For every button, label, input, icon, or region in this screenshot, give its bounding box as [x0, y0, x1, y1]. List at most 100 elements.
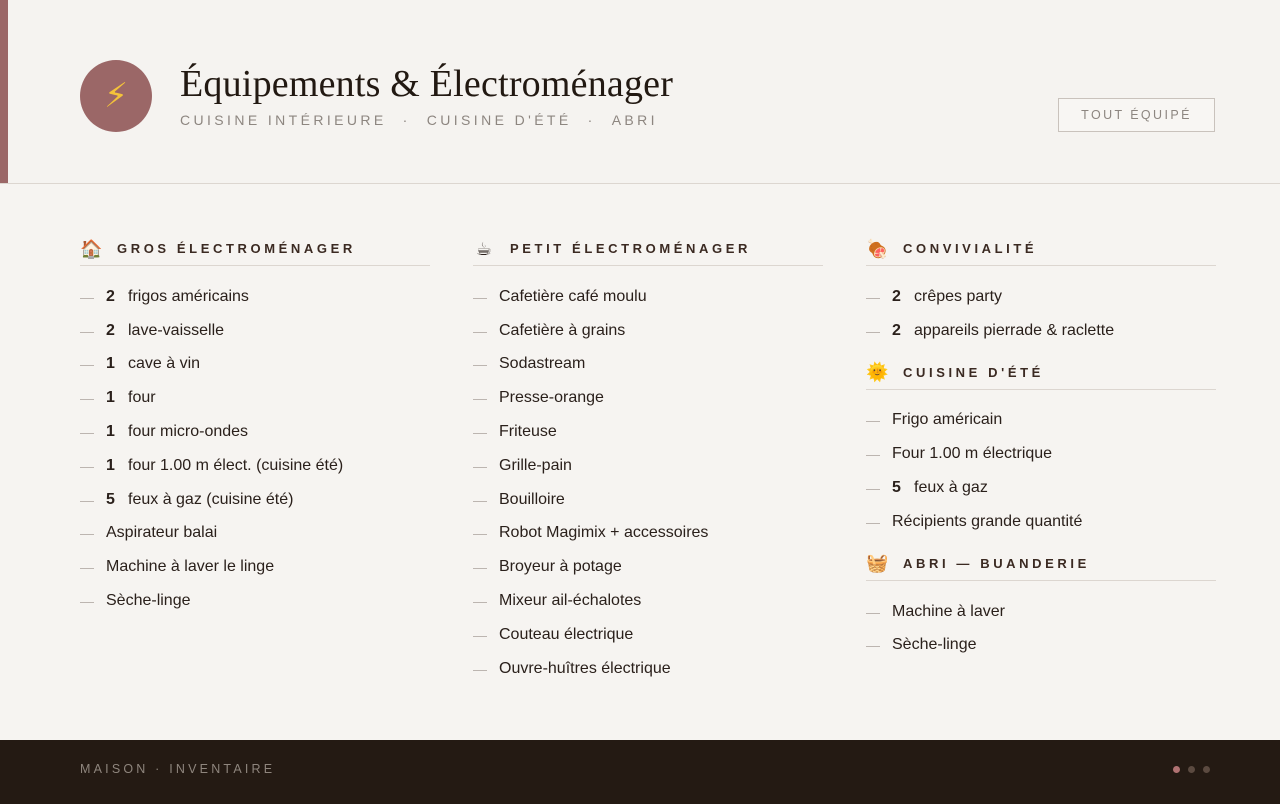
- item-label: Aspirateur balai: [106, 524, 218, 542]
- page-title: Équipements & Électroménager: [180, 63, 674, 105]
- pagination-dot[interactable]: [1188, 766, 1195, 773]
- item-label: Sèche-linge: [106, 592, 191, 610]
- list-item: — Machine à laver: [866, 595, 1216, 629]
- list-item: — 2 frigos américains: [80, 280, 430, 314]
- item-quantity: 1: [106, 423, 115, 441]
- section-title: PETIT ÉLECTROMÉNAGER: [510, 241, 752, 256]
- subtitle-shelter: ABRI: [611, 112, 658, 128]
- list-item: — Friteuse: [473, 415, 823, 449]
- item-label: Sodastream: [499, 355, 586, 373]
- list-item: — Mixeur ail-échalotes: [473, 584, 823, 618]
- item-label: Grille-pain: [499, 456, 572, 474]
- item-quantity: 5: [892, 479, 901, 497]
- item-label: Friteuse: [499, 423, 557, 441]
- item-quantity: 5: [106, 490, 115, 508]
- page-footer: MAISON · INVENTAIRE: [0, 740, 1280, 804]
- dash-bullet: —: [473, 424, 487, 441]
- item-list: — 2 frigos américains — 2 lave-vaisselle — 1 cav…: [80, 280, 430, 618]
- section-title: ABRI — BUANDERIE: [903, 555, 1090, 571]
- item-list: — 2 crêpes party — 2 appareils pierrade & rac…: [866, 280, 1216, 348]
- item-quantity: 1: [106, 389, 115, 407]
- list-item: — 2 crêpes party: [866, 280, 1216, 314]
- dash-bullet: —: [80, 356, 94, 373]
- fully-equipped-button[interactable]: TOUT ÉQUIPÉ: [1058, 98, 1215, 132]
- item-list: — Cafetière café moulu — Cafetière à grains…: [473, 280, 823, 686]
- section-title: CUISINE D'ÉTÉ: [903, 364, 1044, 380]
- section: 🏠 GROS ÉLECTROMÉNAGER —2 frigos américains —…: [80, 232, 430, 618]
- item-label: Presse-orange: [499, 389, 604, 407]
- dash-bullet: —: [80, 457, 94, 474]
- column-conviviality: 🍖 CONVIVIALITÉ — 2 crêpes party — 2 appareils p…: [866, 232, 1216, 662]
- dash-bullet: —: [866, 513, 880, 530]
- subtitle-summer-kitchen: CUISINE D'ÉTÉ: [426, 112, 572, 128]
- item-label: four: [128, 389, 156, 407]
- item-quantity: 1: [106, 456, 115, 474]
- column-small-appliances: ☕ PETIT ÉLECTROMÉNAGER — Cafetière café mou…: [473, 232, 823, 686]
- list-item: — Four 1.00 m électrique: [866, 437, 1216, 471]
- list-item: — 2 appareils pierrade & raclette: [866, 314, 1216, 348]
- dash-bullet: —: [80, 559, 94, 576]
- item-label: appareils pierrade & raclette: [914, 321, 1115, 339]
- list-item: — Cafetière à grains: [473, 314, 823, 348]
- sun-icon: 🌞: [866, 362, 889, 383]
- dash-bullet: —: [866, 412, 880, 429]
- dash-bullet: —: [866, 480, 880, 497]
- section-header: 🍖 CONVIVIALITÉ: [866, 232, 1216, 266]
- dash-bullet: —: [80, 525, 94, 542]
- item-label: Robot Magimix + accessoires: [499, 524, 709, 542]
- item-label: cave à vin: [128, 355, 201, 373]
- dash-bullet: —: [473, 593, 487, 610]
- footer-label: MAISON · INVENTAIRE: [80, 762, 276, 776]
- section-title: CONVIVIALITÉ: [903, 241, 1038, 256]
- section-header: 🏠 GROS ÉLECTROMÉNAGER: [80, 232, 430, 266]
- laundry-basket-icon: 🧺: [866, 553, 889, 574]
- section: 🧺 ABRI — BUANDERIE — Machine à laver — Sèche-…: [866, 547, 1216, 663]
- item-label: feux à gaz: [914, 479, 988, 497]
- item-list: — Frigo américain — Four 1.00 m électrique —…: [866, 404, 1216, 539]
- subtitle-indoor-kitchen: CUISINE INTÉRIEURE: [180, 112, 387, 128]
- dash-bullet: —: [473, 322, 487, 339]
- grill-icon: 🍖: [866, 238, 889, 259]
- list-item: — 2 lave-vaisselle: [80, 314, 430, 348]
- dash-bullet: —: [473, 491, 487, 508]
- item-label: Mixeur ail-échalotes: [499, 592, 642, 610]
- list-item: — Presse-orange: [473, 381, 823, 415]
- dash-bullet: —: [866, 637, 880, 654]
- section-title: GROS ÉLECTROMÉNAGER: [117, 241, 356, 256]
- section: 🌞 CUISINE D'ÉTÉ — Frigo américain — Four 1.00…: [866, 356, 1216, 539]
- item-label: frigos américains: [128, 287, 249, 305]
- list-item: — Ouvre-huîtres électrique: [473, 652, 823, 686]
- section: 🍖 CONVIVIALITÉ — 2 crêpes party — 2 appareils p…: [866, 232, 1216, 348]
- dash-bullet: —: [473, 288, 487, 305]
- list-item: — Bouilloire: [473, 483, 823, 517]
- list-item: — 5 feux à gaz (cuisine été): [80, 483, 430, 517]
- house-icon: 🏠: [80, 238, 103, 259]
- section-header: 🌞 CUISINE D'ÉTÉ: [866, 356, 1216, 390]
- item-label: lave-vaisselle: [128, 321, 225, 339]
- dash-bullet: —: [80, 322, 94, 339]
- dash-bullet: —: [866, 288, 880, 305]
- list-item: — Broyeur à potage: [473, 550, 823, 584]
- list-item: — 1 four: [80, 381, 430, 415]
- section-header: 🧺 ABRI — BUANDERIE: [866, 547, 1216, 581]
- list-item: — Aspirateur balai: [80, 517, 430, 551]
- coffee-icon: ☕: [475, 238, 493, 259]
- item-label: Cafetière à grains: [499, 321, 626, 339]
- pagination-dot[interactable]: [1203, 766, 1210, 773]
- item-label: Couteau électrique: [499, 625, 634, 643]
- item-label: feux à gaz (cuisine été): [128, 490, 294, 508]
- list-item: — Récipients grande quantité: [866, 505, 1216, 539]
- item-quantity: 1: [106, 355, 115, 373]
- item-quantity: 2: [892, 287, 901, 305]
- column-large-appliances: 🏠 GROS ÉLECTROMÉNAGER —2 frigos américains —…: [80, 232, 430, 618]
- list-item: — 1 cave à vin: [80, 348, 430, 382]
- dash-bullet: —: [80, 390, 94, 407]
- list-item: — Sèche-linge: [80, 584, 430, 618]
- pagination-dot[interactable]: [1173, 766, 1180, 773]
- pagination-dots: [1173, 766, 1210, 773]
- list-item: — Grille-pain: [473, 449, 823, 483]
- item-label: Ouvre-huîtres électrique: [499, 659, 671, 677]
- list-item: — 1 four micro-ondes: [80, 415, 430, 449]
- item-label: four micro-ondes: [128, 423, 249, 441]
- list-item: — Sèche-linge: [866, 629, 1216, 663]
